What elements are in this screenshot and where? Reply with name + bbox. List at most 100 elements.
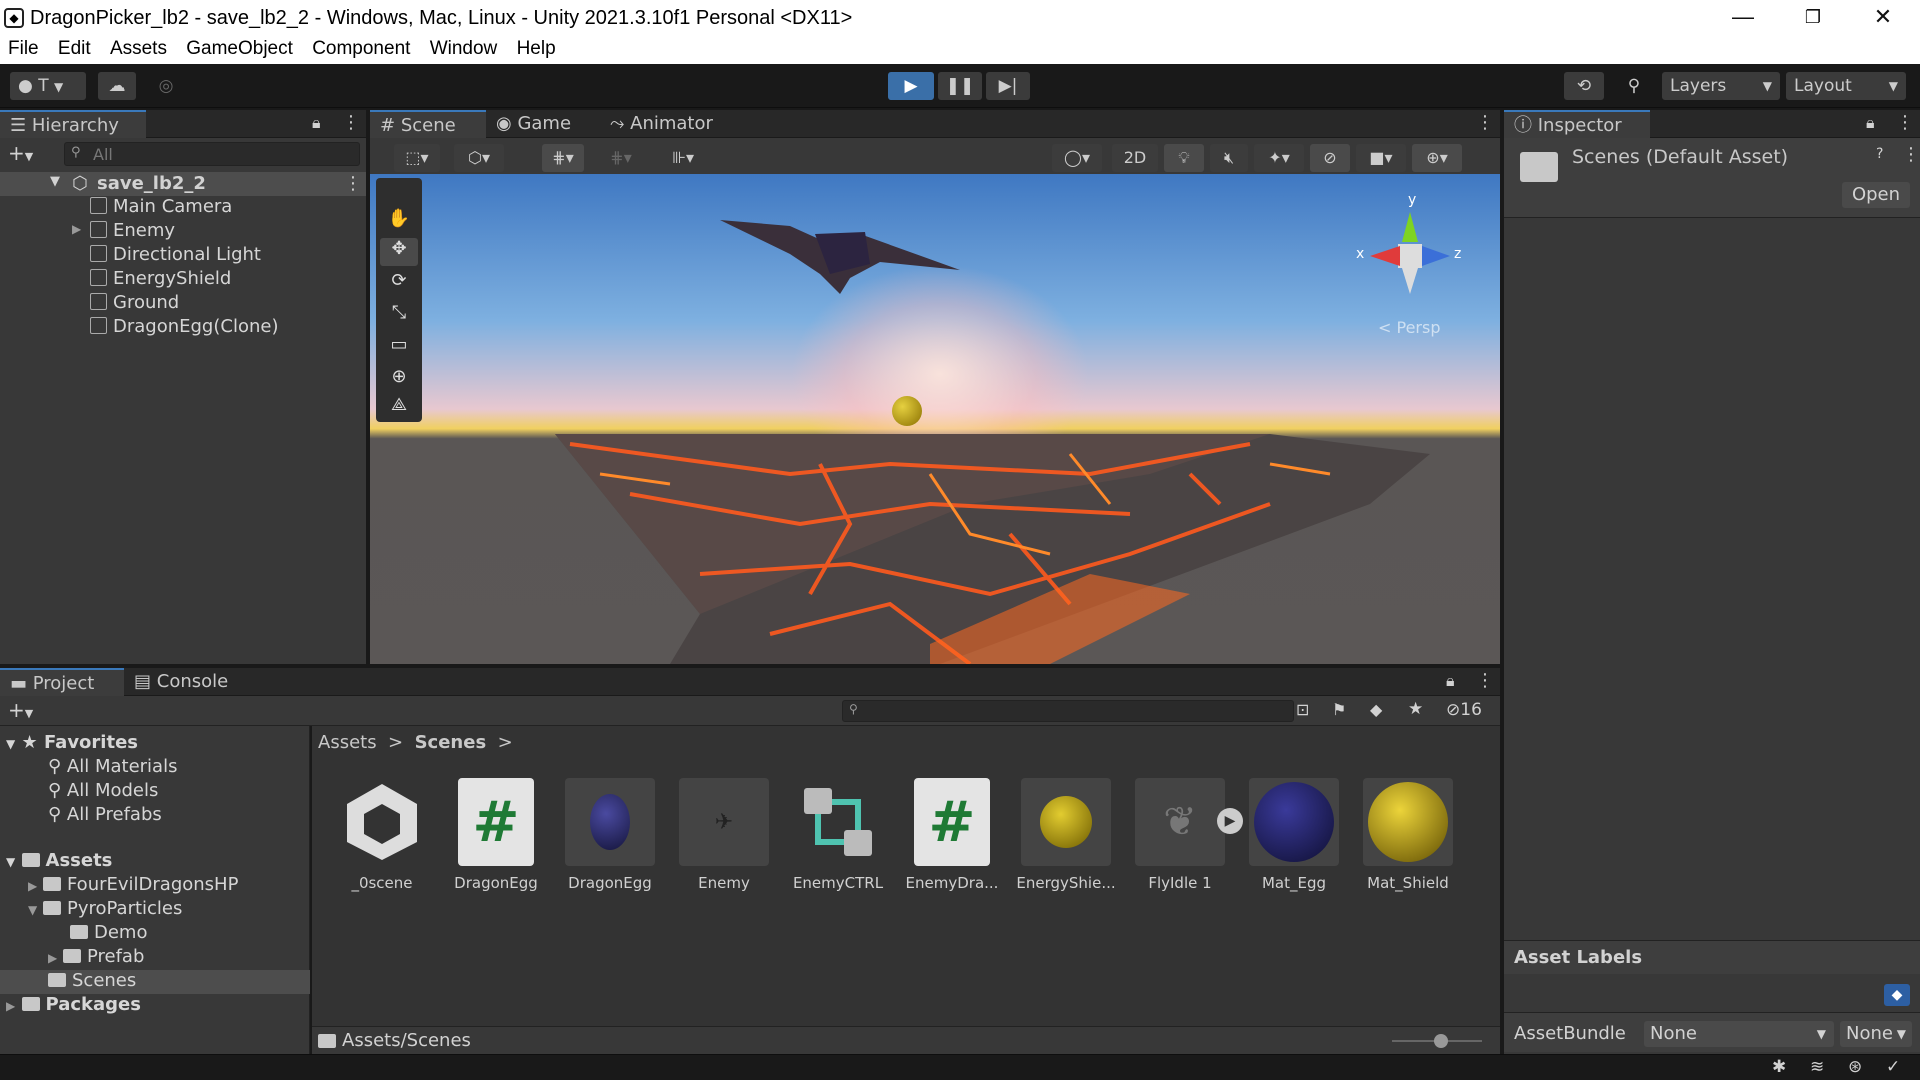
ruler-dropdown[interactable]: ⊪▾ <box>658 144 708 172</box>
filter-label-icon[interactable]: ◆ <box>1370 700 1382 719</box>
search-scope-icon[interactable]: ⊡ <box>1296 700 1309 719</box>
hierarchy-item-ground[interactable]: Ground <box>90 292 179 313</box>
favorite-all-materials[interactable]: ⚲ All Materials <box>48 756 177 777</box>
search-icon[interactable]: ⚲ <box>1614 72 1654 100</box>
favorite-all-models[interactable]: ⚲ All Models <box>48 780 158 801</box>
assetbundle-dropdown[interactable]: None ▼ <box>1644 1021 1834 1047</box>
hierarchy-item-main-camera[interactable]: Main Camera <box>90 196 232 217</box>
bug-icon[interactable]: ✱ <box>1772 1057 1786 1077</box>
auto-generate-lighting-icon[interactable]: ⊛ <box>1848 1057 1862 1077</box>
gizmo-neg-y-arrow[interactable] <box>1402 268 1418 294</box>
tab-inspector[interactable]: ⓘ Inspector <box>1504 110 1650 138</box>
custom-tool-icon[interactable]: ⟁ <box>384 394 414 420</box>
open-button[interactable]: Open <box>1842 182 1910 208</box>
asset-dragonegg-prefab[interactable]: DragonEgg <box>560 778 660 892</box>
asset-mat-shield[interactable]: Mat_Shield <box>1358 778 1458 892</box>
variant-dropdown[interactable]: None ▼ <box>1840 1021 1912 1047</box>
gizmo-z-arrow[interactable] <box>1422 246 1450 266</box>
hidden-objects-icon[interactable]: ⊘ <box>1310 144 1350 172</box>
pause-button[interactable]: ❚❚ <box>938 72 982 100</box>
project-search-input[interactable]: ⚲ <box>842 700 1294 722</box>
add-icon[interactable]: +▼ <box>8 698 33 722</box>
folder-pyroparticles[interactable]: ▼ PyroParticles <box>28 898 182 919</box>
layers-dropdown[interactable]: Layers ▼ <box>1662 72 1780 100</box>
zoom-slider-handle[interactable] <box>1434 1034 1448 1048</box>
menu-edit[interactable]: Edit <box>50 36 91 60</box>
draw-mode-dropdown[interactable]: ⬚▾ <box>394 144 440 172</box>
camera-dropdown[interactable]: ■▾ <box>1356 144 1406 172</box>
hierarchy-item-enemy[interactable]: ▶ Enemy <box>72 220 175 241</box>
gizmo-x-arrow[interactable] <box>1370 246 1400 266</box>
asset-flyidle1[interactable]: ❦ ▶ FlyIdle 1 <box>1130 778 1243 892</box>
asset-energyshield-prefab[interactable]: EnergyShie... <box>1016 778 1116 892</box>
transform-tool-icon[interactable]: ⊕ <box>384 366 414 392</box>
folder-scenes[interactable]: Scenes <box>48 970 136 991</box>
rotate-tool-icon[interactable]: ⟳ <box>384 270 414 296</box>
layout-dropdown[interactable]: Layout ▼ <box>1786 72 1906 100</box>
lighting-toggle-icon[interactable]: 💡︎ <box>1164 144 1204 172</box>
favorite-all-prefabs[interactable]: ⚲ All Prefabs <box>48 804 162 825</box>
menu-assets[interactable]: Assets <box>102 36 167 60</box>
kebab-menu-icon[interactable]: ⋮ <box>1896 112 1914 133</box>
audio-toggle-icon[interactable]: 🔇︎ <box>1210 144 1248 172</box>
hierarchy-search-input[interactable]: ⚲ All <box>64 142 360 166</box>
asset-mat-egg[interactable]: Mat_Egg <box>1244 778 1344 892</box>
hierarchy-item-directional-light[interactable]: Directional Light <box>90 244 261 265</box>
tab-hierarchy[interactable]: ☰ Hierarchy <box>0 110 146 138</box>
asset-enemy-prefab[interactable]: ✈ Enemy <box>674 778 774 892</box>
restore-button[interactable]: ❐ <box>1778 0 1848 36</box>
help-icon[interactable]: ? <box>1876 146 1883 162</box>
scene-viewport[interactable]: ✋ ✥ ⟳ ⤡ ▭ ⊕ ⟁ y x z < Persp <box>370 174 1500 664</box>
grid-snap-dropdown[interactable]: ⋕▾ <box>542 144 584 172</box>
tag-icon[interactable]: ◆ <box>1884 984 1910 1006</box>
move-tool-icon[interactable]: ✥ <box>380 238 418 266</box>
hierarchy-item-energyshield[interactable]: EnergyShield <box>90 268 231 289</box>
scene-row[interactable]: ▼ ⬡ save_lb2_2 ⋮ <box>0 172 366 196</box>
folder-prefab[interactable]: ▶ Prefab <box>48 946 144 967</box>
play-button[interactable]: ▶ <box>888 72 934 100</box>
kebab-menu-icon[interactable]: ⋮ <box>344 173 362 194</box>
add-icon[interactable]: +▼ <box>8 141 33 165</box>
breadcrumb-scenes[interactable]: Scenes <box>415 732 487 753</box>
kebab-menu-icon[interactable]: ⋮ <box>1902 144 1920 165</box>
folder-fourevildragonshp[interactable]: ▶ FourEvilDragonsHP <box>28 874 238 895</box>
toggle-2d-button[interactable]: 2D <box>1112 144 1158 172</box>
cloud-icon[interactable]: ☁ <box>98 72 136 100</box>
orientation-gizmo[interactable]: y x z <box>1352 184 1472 314</box>
close-button[interactable]: ✕ <box>1848 0 1918 36</box>
tab-scene[interactable]: # Scene <box>370 110 486 138</box>
kebab-menu-icon[interactable]: ⋮ <box>1476 670 1494 691</box>
asset-0scene[interactable]: _0scene <box>332 778 432 892</box>
increment-snap-dropdown[interactable]: ⋕▾ <box>600 144 642 172</box>
asset-dragonegg-script[interactable]: # DragonEgg <box>446 778 546 892</box>
packages-root[interactable]: ▶ Packages <box>6 994 141 1015</box>
breadcrumb-assets[interactable]: Assets <box>318 732 377 753</box>
tab-game[interactable]: ◉ Game <box>486 110 600 138</box>
tab-project[interactable]: ▬ Project <box>0 668 124 696</box>
render-mode-dropdown[interactable]: ◯▾ <box>1052 144 1102 172</box>
folder-scenes-selected[interactable] <box>0 970 310 994</box>
kebab-menu-icon[interactable]: ⋮ <box>342 112 360 133</box>
play-preview-icon[interactable]: ▶ <box>1217 808 1243 834</box>
hand-tool-icon[interactable]: ✋ <box>384 208 414 234</box>
scale-tool-icon[interactable]: ⤡ <box>384 302 414 328</box>
hidden-packages-toggle[interactable]: ⊘16 <box>1446 700 1482 720</box>
rect-tool-icon[interactable]: ▭ <box>384 334 414 360</box>
menu-component[interactable]: Component <box>304 36 410 60</box>
account-dropdown[interactable]: ● T ▼ <box>10 72 86 100</box>
menu-help[interactable]: Help <box>509 36 556 60</box>
filter-type-icon[interactable]: ⚑ <box>1332 700 1346 719</box>
minimize-button[interactable]: — <box>1708 0 1778 36</box>
layers-icon[interactable]: ≋ <box>1810 1057 1824 1077</box>
collab-icon[interactable]: ◎ <box>148 72 184 100</box>
asset-enemyctrl[interactable]: EnemyCTRL <box>788 778 888 892</box>
history-icon[interactable]: ⟲ <box>1564 72 1604 100</box>
asset-enemydragon-script[interactable]: # EnemyDra... <box>902 778 1002 892</box>
persp-label[interactable]: < Persp <box>1378 318 1440 337</box>
lock-icon[interactable]: 🔒︎ <box>312 113 321 133</box>
favorite-star-icon[interactable]: ★ <box>1408 699 1423 719</box>
tab-console[interactable]: ▤ Console <box>124 668 248 696</box>
favorites-header[interactable]: ▼ ★ Favorites <box>6 732 138 753</box>
lock-icon[interactable]: 🔒︎ <box>1446 671 1455 691</box>
check-circle-icon[interactable]: ✓ <box>1886 1057 1900 1077</box>
